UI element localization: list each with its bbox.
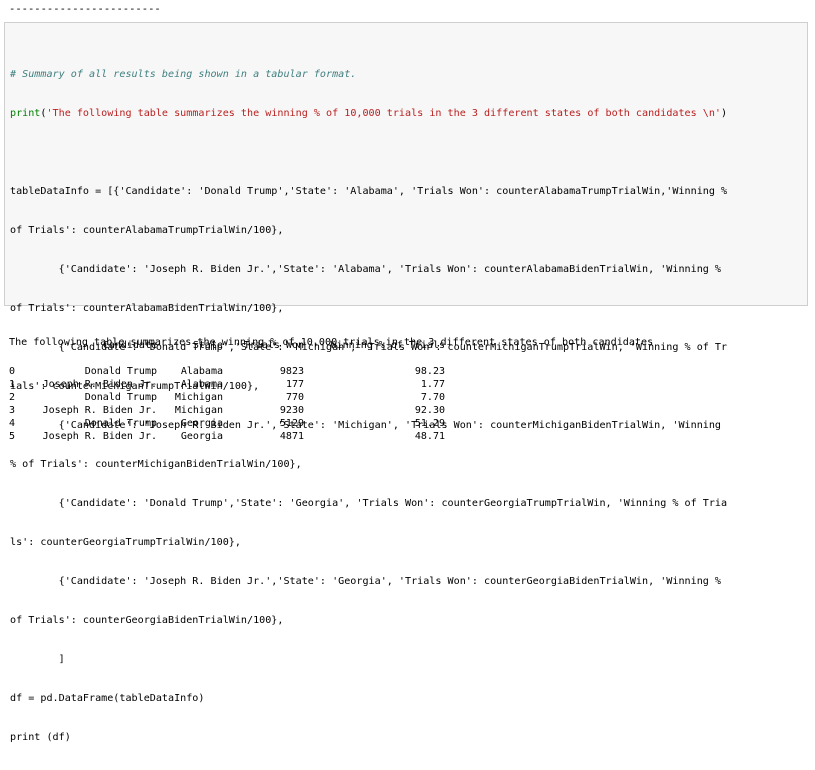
column-header-candidate: Candidate: [102, 340, 157, 351]
cell-candidate: Joseph R. Biden Jr.: [42, 431, 157, 442]
dataframe-output: Candidate State Trials Won Winning % of …: [9, 339, 445, 443]
code-comment: # Summary of all results being shown in …: [10, 69, 357, 80]
table-row: 5 Joseph R. Biden Jr. Georgia 4871 48.71: [9, 430, 445, 443]
cell-winning-pct: 51.29: [414, 418, 445, 429]
column-header-trials-won: Trials Won: [243, 340, 304, 351]
cell-state: Michigan: [174, 392, 223, 403]
cell-winning-pct: 7.70: [420, 392, 445, 403]
print-keyword: print: [10, 108, 41, 119]
row-index: 0: [9, 366, 16, 377]
table-spacer: [9, 352, 33, 365]
code-line: tableDataInfo = [{'Candidate': 'Donald T…: [10, 186, 728, 197]
cell-trials-won: 770: [285, 392, 304, 403]
table-row: 2 Donald Trump Michigan 770 7.70: [9, 391, 445, 404]
row-index: 4: [9, 418, 16, 429]
cell-candidate: Joseph R. Biden Jr.: [42, 405, 157, 416]
cell-trials-won: 4871: [279, 431, 304, 442]
cell-candidate: Donald Trump: [84, 418, 157, 429]
column-header-state: State: [192, 340, 223, 351]
column-header-winning-pct: Winning % of Trials: [330, 340, 445, 351]
code-line: print (df): [10, 732, 71, 743]
cell-state: Michigan: [174, 405, 223, 416]
table-row: 4 Donald Trump Georgia 5129 51.29: [9, 417, 445, 430]
row-index: 1: [9, 379, 16, 390]
code-line: ]: [10, 654, 65, 665]
code-line: of Trials': counterAlabamaTrumpTrialWin/…: [10, 225, 284, 236]
row-index: 2: [9, 392, 16, 403]
code-line: {'Candidate': 'Joseph R. Biden Jr.','Sta…: [10, 576, 722, 587]
code-line: % of Trials': counterMichiganBidenTrialW…: [10, 459, 302, 470]
cell-winning-pct: 98.23: [414, 366, 445, 377]
cell-state: Alabama: [180, 379, 223, 390]
cell-state: Georgia: [180, 418, 223, 429]
row-index: 3: [9, 405, 16, 416]
cell-trials-won: 9823: [279, 366, 304, 377]
cell-trials-won: 177: [285, 379, 304, 390]
code-line: {'Candidate': 'Joseph R. Biden Jr.','Sta…: [10, 264, 722, 275]
table-row: 3 Joseph R. Biden Jr. Michigan 9230 92.3…: [9, 404, 445, 417]
row-index: 5: [9, 431, 16, 442]
cell-winning-pct: 1.77: [420, 379, 445, 390]
table-row: 1 Joseph R. Biden Jr. Alabama 177 1.77: [9, 378, 445, 391]
cell-state: Georgia: [180, 431, 223, 442]
code-print-line: print('The following table summarizes th…: [10, 108, 728, 119]
cell-winning-pct: 48.71: [414, 431, 445, 442]
cell-output: The following table summarizes the winni…: [9, 310, 809, 362]
code-line: df = pd.DataFrame(tableDataInfo): [10, 693, 205, 704]
cell-winning-pct: 92.30: [414, 405, 445, 416]
table-row: 0 Donald Trump Alabama 9823 98.23: [9, 365, 445, 378]
print-string: 'The following table summarizes the winn…: [46, 108, 722, 119]
cell-state: Alabama: [180, 366, 223, 377]
code-line: of Trials': counterGeorgiaBidenTrialWin/…: [10, 615, 284, 626]
cell-trials-won: 5129: [279, 418, 304, 429]
code-cell[interactable]: # Summary of all results being shown in …: [4, 22, 808, 743]
cell-candidate: Joseph R. Biden Jr.: [42, 379, 157, 390]
cell-candidate: Donald Trump: [84, 366, 157, 377]
cell-trials-won: 9230: [279, 405, 304, 416]
code-line: {'Candidate': 'Donald Trump','State': 'G…: [10, 498, 728, 509]
table-header: Candidate State Trials Won Winning % of …: [9, 339, 445, 352]
cell-candidate: Donald Trump: [84, 392, 157, 403]
previous-cell-output: ------------------------: [9, 3, 159, 15]
code-line: ls': counterGeorgiaTrumpTrialWin/100},: [10, 537, 241, 548]
